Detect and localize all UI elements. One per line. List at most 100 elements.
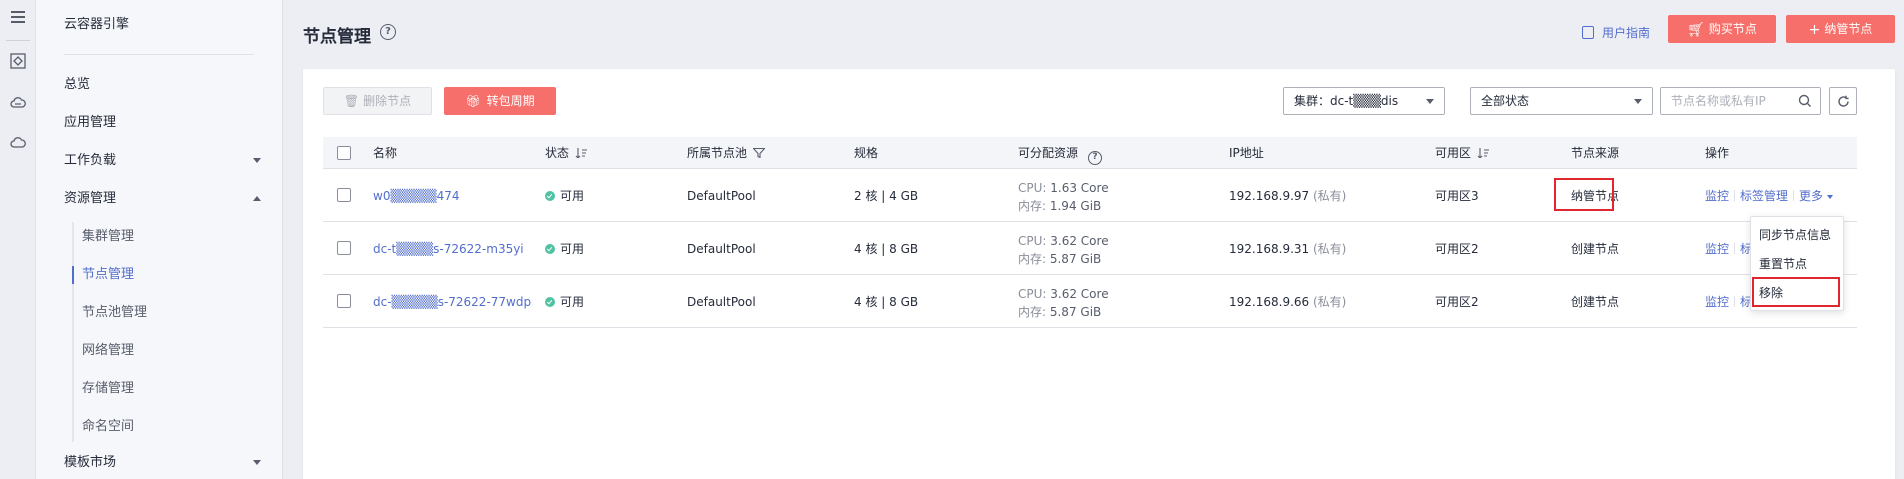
ip-cell: 192.168.9.66 (私有) — [1229, 294, 1346, 310]
memory-value: 5.87 GiB — [1049, 305, 1102, 319]
status-select-value: 全部状态 — [1481, 94, 1530, 108]
sidebar-item-label: 总览 — [64, 77, 91, 92]
col-nodepool[interactable]: 所属节点池 — [687, 137, 766, 169]
more-dropdown[interactable]: 更多 — [1799, 189, 1834, 203]
convert-billing-button[interactable]: 🎁︎ 转包周期 — [444, 87, 556, 115]
row-checkbox[interactable] — [337, 241, 351, 255]
cpu-label: CPU: — [1018, 181, 1051, 195]
search-box[interactable] — [1660, 87, 1821, 115]
sidebar-item-storage-management[interactable]: 存储管理 — [36, 374, 283, 404]
status-cell: 可用 — [545, 294, 584, 310]
filter-icon[interactable] — [753, 148, 766, 158]
row-checkbox[interactable] — [337, 188, 351, 202]
cart-icon: 🛒︎ — [1687, 22, 1705, 38]
page-title: 节点管理 — [303, 27, 371, 47]
cpu-value: 3.62 Core — [1050, 287, 1109, 301]
cpu-value: 3.62 Core — [1050, 234, 1109, 248]
col-actions: 操作 — [1705, 146, 1730, 160]
menu-item-reset-node[interactable]: 重置节点 — [1751, 250, 1843, 278]
sidebar-item-label: 命名空间 — [82, 419, 135, 434]
cce-service-icon[interactable] — [9, 52, 27, 70]
menu-icon[interactable] — [9, 8, 27, 26]
action-divider — [1793, 190, 1795, 201]
buy-node-button[interactable]: 🛒︎ 购买节点 — [1668, 15, 1776, 43]
monitor-link[interactable]: 监控 — [1705, 242, 1729, 256]
col-zone-label: 可用区 — [1435, 146, 1472, 160]
menu-item-sync-node[interactable]: 同步节点信息 — [1751, 221, 1843, 249]
check-circle-icon — [545, 297, 555, 307]
col-name: 名称 — [373, 146, 398, 160]
sidebar-item-label: 资源管理 — [64, 191, 117, 206]
sidebar-item-overview[interactable]: 总览 — [36, 70, 283, 100]
sidebar-item-label: 节点池管理 — [82, 305, 148, 320]
col-spec: 规格 — [854, 146, 879, 160]
nodepool-cell: DefaultPool — [687, 189, 756, 203]
sidebar-item-label: 模板市场 — [64, 455, 117, 470]
row-actions: 监控标 — [1705, 241, 1752, 257]
search-input[interactable] — [1661, 88, 1791, 114]
cluster-select[interactable]: 集群：dc-t▒▒▒dis — [1283, 87, 1445, 115]
spec-cell: 4 核 | 8 GB — [854, 295, 919, 309]
sidebar-item-template-market[interactable]: 模板市场 — [36, 448, 283, 478]
sidebar-item-workloads[interactable]: 工作负载 — [36, 146, 283, 176]
col-status[interactable]: 状态 — [545, 137, 588, 169]
node-name-link[interactable]: w0▒▒▒▒▒474 — [373, 188, 460, 204]
help-icon[interactable]: ? — [1088, 151, 1103, 165]
cpu-label: CPU: — [1018, 287, 1051, 301]
cloud-service-icon[interactable] — [9, 134, 27, 152]
cloud-icon[interactable] — [9, 94, 27, 112]
icon-rail — [0, 0, 36, 479]
chevron-down-icon — [253, 158, 261, 163]
sidebar-item-network-management[interactable]: 网络管理 — [36, 336, 283, 366]
sidebar-item-resource-management[interactable]: 资源管理 — [36, 184, 283, 214]
sidebar-item-nodepool-management[interactable]: 节点池管理 — [36, 298, 283, 328]
delete-node-label: 删除节点 — [363, 94, 412, 108]
refresh-button[interactable] — [1829, 87, 1857, 115]
zone-cell: 可用区2 — [1435, 295, 1479, 309]
app-title: 云容器引擎 — [64, 17, 130, 32]
ip-cell: 192.168.9.97 (私有) — [1229, 188, 1346, 204]
search-icon[interactable] — [1798, 94, 1812, 108]
ip-value: 192.168.9.66 — [1229, 295, 1310, 309]
chevron-up-icon — [253, 196, 261, 201]
sidebar-item-label: 集群管理 — [82, 229, 135, 244]
ip-note: (私有) — [1312, 189, 1347, 203]
rail-divider — [6, 40, 30, 41]
monitor-link[interactable]: 监控 — [1705, 189, 1729, 203]
manage-node-button[interactable]: + 纳管节点 — [1786, 15, 1895, 43]
tag-management-link[interactable]: 标签管理 — [1740, 189, 1788, 203]
action-divider — [1734, 243, 1736, 254]
col-zone[interactable]: 可用区 — [1435, 137, 1490, 169]
node-name-link[interactable]: dc-▒▒▒▒▒s-72622-77wdp — [373, 294, 531, 310]
buy-node-label: 购买节点 — [1708, 22, 1757, 36]
help-icon[interactable]: ? — [380, 24, 396, 40]
sidebar-item-label: 工作负载 — [64, 153, 117, 168]
cpu-value: 1.63 Core — [1050, 181, 1109, 195]
chevron-down-icon — [1634, 99, 1642, 104]
select-all-checkbox[interactable] — [337, 146, 351, 160]
sidebar: 云容器引擎 总览 应用管理 工作负载 资源管理 集群管理 节点管理 节点池管理 … — [36, 0, 283, 479]
status-select[interactable]: 全部状态 — [1470, 87, 1653, 115]
sidebar-item-namespaces[interactable]: 命名空间 — [36, 412, 283, 442]
nodepool-cell: DefaultPool — [687, 242, 756, 256]
sidebar-item-label: 应用管理 — [64, 115, 117, 130]
ip-note: (私有) — [1312, 242, 1347, 256]
node-name-link[interactable]: dc-t▒▒▒▒s-72622-m35yi — [373, 241, 524, 257]
row-checkbox[interactable] — [337, 294, 351, 308]
source-cell: 创建节点 — [1571, 242, 1620, 256]
status-text: 可用 — [560, 242, 585, 256]
action-divider — [1734, 190, 1736, 201]
col-ip: IP地址 — [1229, 146, 1264, 160]
user-guide-link[interactable]: 用户指南 — [1582, 24, 1650, 42]
delete-node-button[interactable]: 🗑︎ 删除节点 — [323, 87, 432, 115]
sort-icon[interactable] — [575, 148, 588, 158]
check-circle-icon — [545, 244, 555, 254]
memory-label: 内存: — [1018, 199, 1050, 213]
sort-icon[interactable] — [1477, 148, 1490, 158]
sidebar-item-cluster-management[interactable]: 集群管理 — [36, 222, 283, 252]
monitor-link[interactable]: 监控 — [1705, 295, 1729, 309]
spec-cell: 4 核 | 8 GB — [854, 242, 919, 256]
status-cell: 可用 — [545, 188, 584, 204]
sidebar-item-app-management[interactable]: 应用管理 — [36, 108, 283, 138]
sidebar-item-node-management[interactable]: 节点管理 — [36, 260, 283, 290]
